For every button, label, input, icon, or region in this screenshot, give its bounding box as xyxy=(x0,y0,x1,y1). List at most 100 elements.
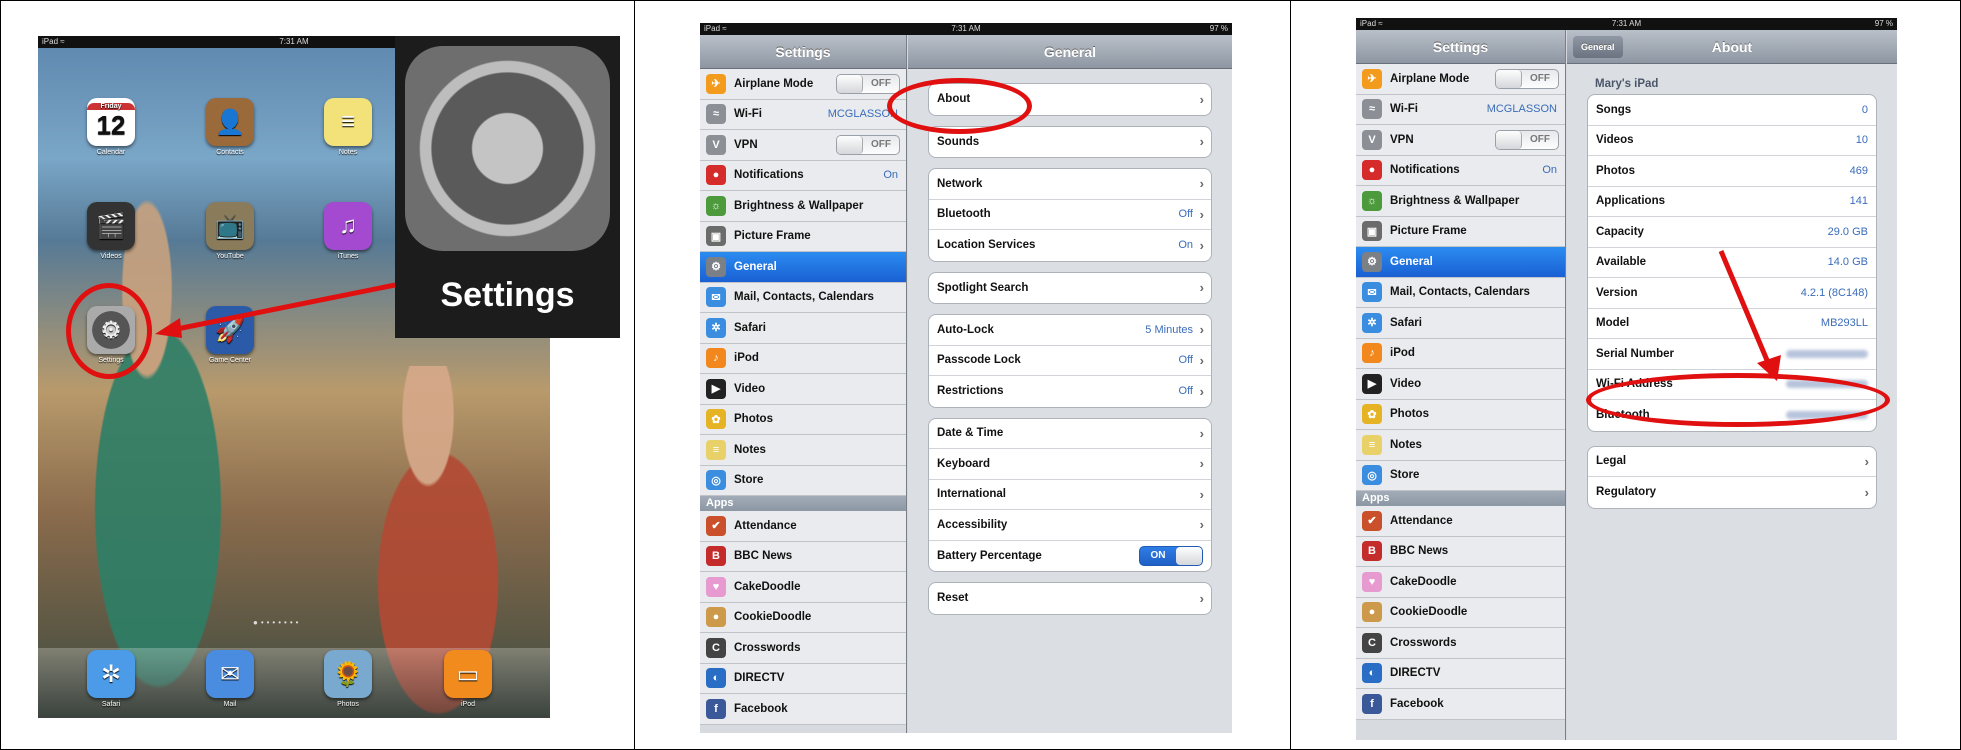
sidebar-item-label: Wi-Fi xyxy=(734,108,762,121)
dock-ipod[interactable]: ▭ iPod xyxy=(443,650,493,708)
dock-safari[interactable]: ✲ Safari xyxy=(86,650,136,708)
sidebar-item-directv[interactable]: ◐ DIRECTV xyxy=(1356,658,1565,689)
contacts-app[interactable]: 👤 Contacts xyxy=(205,98,255,156)
dock: ✲ Safari ✉ Mail 🌻 Photos ▭ iPod xyxy=(38,648,550,718)
sidebar-item-crosswords[interactable]: C Crosswords xyxy=(1356,628,1565,659)
sidebar-item-photos[interactable]: ✿ Photos xyxy=(700,404,906,435)
chevron-right-icon: › xyxy=(1199,590,1204,606)
dock-mail[interactable]: ✉ Mail xyxy=(205,650,255,708)
calendar-app[interactable]: Friday 12 Calendar xyxy=(86,98,136,156)
sidebar-item-general[interactable]: ⚙ General xyxy=(1356,247,1565,278)
sidebar-item-airplane-mode[interactable]: ✈ Airplane Mode OFF xyxy=(1356,64,1565,95)
row-value: 5 Minutes xyxy=(1145,323,1193,336)
sidebar-item-video[interactable]: ▶ Video xyxy=(700,374,906,405)
sidebar-item-store[interactable]: ◎ Store xyxy=(1356,460,1565,491)
sidebar-list: ✈ Airplane Mode OFF ≈ Wi-Fi MCGLASSON V VPN OFF ●… xyxy=(700,69,906,496)
row-date-time[interactable]: Date & Time › xyxy=(929,419,1211,449)
sidebar-item-vpn[interactable]: V VPN OFF xyxy=(1356,125,1565,156)
sidebar-item-store[interactable]: ◎ Store xyxy=(700,465,906,496)
video-icon: ▶ xyxy=(1362,373,1382,394)
toggle-switch[interactable]: ON xyxy=(1139,545,1203,566)
sidebar-item-facebook[interactable]: f Facebook xyxy=(1356,689,1565,720)
row-reset[interactable]: Reset › xyxy=(929,583,1211,614)
sidebar-item-label: DIRECTV xyxy=(734,672,785,685)
row-legal[interactable]: Legal › xyxy=(1588,447,1876,477)
row-label: Reset xyxy=(937,592,969,605)
envelope-icon: ✉ xyxy=(206,650,254,698)
sidebar-item-safari[interactable]: ✲ Safari xyxy=(1356,308,1565,339)
row-label: Passcode Lock xyxy=(937,354,1021,367)
sidebar-item-notes[interactable]: ≡ Notes xyxy=(700,435,906,466)
row-bluetooth[interactable]: Bluetooth Off › xyxy=(929,200,1211,230)
row-keyboard[interactable]: Keyboard › xyxy=(929,449,1211,480)
sidebar-item-picture-frame[interactable]: ▣ Picture Frame xyxy=(1356,216,1565,247)
sidebar-item-video[interactable]: ▶ Video xyxy=(1356,369,1565,400)
sidebar-item-cakedoodle[interactable]: ♥ CakeDoodle xyxy=(700,572,906,603)
chevron-right-icon: › xyxy=(1199,517,1204,533)
row-restrictions[interactable]: Restrictions Off › xyxy=(929,376,1211,407)
row-auto-lock[interactable]: Auto-Lock 5 Minutes › xyxy=(929,315,1211,346)
notes-app[interactable]: ≡ Notes xyxy=(323,98,373,156)
sidebar-item-photos[interactable]: ✿ Photos xyxy=(1356,399,1565,430)
sidebar-item-mail-contacts-calendars[interactable]: ✉ Mail, Contacts, Calendars xyxy=(1356,277,1565,308)
sidebar-item-ipod[interactable]: ♪ iPod xyxy=(1356,338,1565,369)
sidebar-item-general[interactable]: ⚙ General xyxy=(700,252,906,283)
row-label: Version xyxy=(1596,286,1638,299)
gear-icon xyxy=(405,46,610,251)
settings-sidebar: Settings ✈ Airplane Mode OFF ≈ Wi-Fi MCGLASSO… xyxy=(1356,30,1566,740)
sidebar-item-bbc-news[interactable]: B BBC News xyxy=(1356,536,1565,567)
sidebar-item-airplane-mode[interactable]: ✈ Airplane Mode OFF xyxy=(700,69,906,100)
toggle-switch[interactable]: OFF xyxy=(836,73,900,94)
sidebar-item-brightness-wallpaper[interactable]: ☼ Brightness & Wallpaper xyxy=(1356,186,1565,217)
sidebar-item-safari[interactable]: ✲ Safari xyxy=(700,313,906,344)
sidebar-item-cookiedoodle[interactable]: ● CookieDoodle xyxy=(700,602,906,633)
row-label: Model xyxy=(1596,317,1630,330)
videos-app[interactable]: 🎬 Videos xyxy=(86,202,136,260)
row-spotlight-search[interactable]: Spotlight Search › xyxy=(929,273,1211,304)
app-label: Calendar xyxy=(96,149,126,156)
sidebar-item-crosswords[interactable]: C Crosswords xyxy=(700,633,906,664)
dock-photos[interactable]: 🌻 Photos xyxy=(323,650,373,708)
sidebar-item-cakedoodle[interactable]: ♥ CakeDoodle xyxy=(1356,567,1565,598)
sidebar-item-picture-frame[interactable]: ▣ Picture Frame xyxy=(700,221,906,252)
row-network[interactable]: Network › xyxy=(929,169,1211,200)
youtube-app[interactable]: 📺 YouTube xyxy=(205,202,255,260)
sidebar-item-facebook[interactable]: f Facebook xyxy=(700,694,906,725)
row-accessibility[interactable]: Accessibility › xyxy=(929,510,1211,541)
sidebar-item-label: CookieDoodle xyxy=(1390,606,1468,619)
sidebar-item-notes[interactable]: ≡ Notes xyxy=(1356,430,1565,461)
row-international[interactable]: International › xyxy=(929,480,1211,510)
sidebar-item-ipod[interactable]: ♪ iPod xyxy=(700,343,906,374)
row-passcode-lock[interactable]: Passcode Lock Off › xyxy=(929,346,1211,376)
game-center-app[interactable]: 🚀 Game Center xyxy=(205,306,255,364)
sidebar-item-mail-contacts-calendars[interactable]: ✉ Mail, Contacts, Calendars xyxy=(700,282,906,313)
sidebar-item-label: Notifications xyxy=(734,169,804,182)
sidebar-item-cookiedoodle[interactable]: ● CookieDoodle xyxy=(1356,597,1565,628)
sidebar-item-notifications[interactable]: ● Notifications On xyxy=(1356,155,1565,186)
sidebar-item-brightness-wallpaper[interactable]: ☼ Brightness & Wallpaper xyxy=(700,191,906,222)
back-button[interactable]: General xyxy=(1573,36,1623,58)
toggle-switch[interactable]: OFF xyxy=(1495,68,1559,89)
toggle-switch[interactable]: OFF xyxy=(836,134,900,155)
toggle-switch[interactable]: OFF xyxy=(1495,129,1559,150)
cookiedoodle-icon: ● xyxy=(706,607,726,628)
sidebar-item-wi-fi[interactable]: ≈ Wi-Fi MCGLASSON xyxy=(700,99,906,130)
page-indicator[interactable]: ●••••••• xyxy=(253,618,301,627)
status-bar: iPad ≈ 7:31 AM 97 % xyxy=(700,23,1232,35)
sidebar-item-notifications[interactable]: ● Notifications On xyxy=(700,160,906,191)
ipod-icon: ▭ xyxy=(444,650,492,698)
row-battery-percentage[interactable]: Battery Percentage ON xyxy=(929,541,1211,572)
sidebar-item-bbc-news[interactable]: B BBC News xyxy=(700,541,906,572)
battery-indicator: 97 % xyxy=(1874,19,1893,28)
sidebar-item-wi-fi[interactable]: ≈ Wi-Fi MCGLASSON xyxy=(1356,94,1565,125)
apps-section-header: Apps xyxy=(1356,491,1565,506)
row-regulatory[interactable]: Regulatory › xyxy=(1588,477,1876,508)
row-location-services[interactable]: Location Services On › xyxy=(929,230,1211,261)
sidebar-item-directv[interactable]: ◐ DIRECTV xyxy=(700,663,906,694)
sidebar-item-attendance[interactable]: ✔ Attendance xyxy=(1356,506,1565,537)
sidebar-item-vpn[interactable]: V VPN OFF xyxy=(700,130,906,161)
safari-icon: ✲ xyxy=(1362,312,1382,333)
itunes-app[interactable]: ♫ iTunes xyxy=(323,202,373,260)
sidebar-item-label: Attendance xyxy=(1390,514,1453,527)
sidebar-item-attendance[interactable]: ✔ Attendance xyxy=(700,511,906,542)
